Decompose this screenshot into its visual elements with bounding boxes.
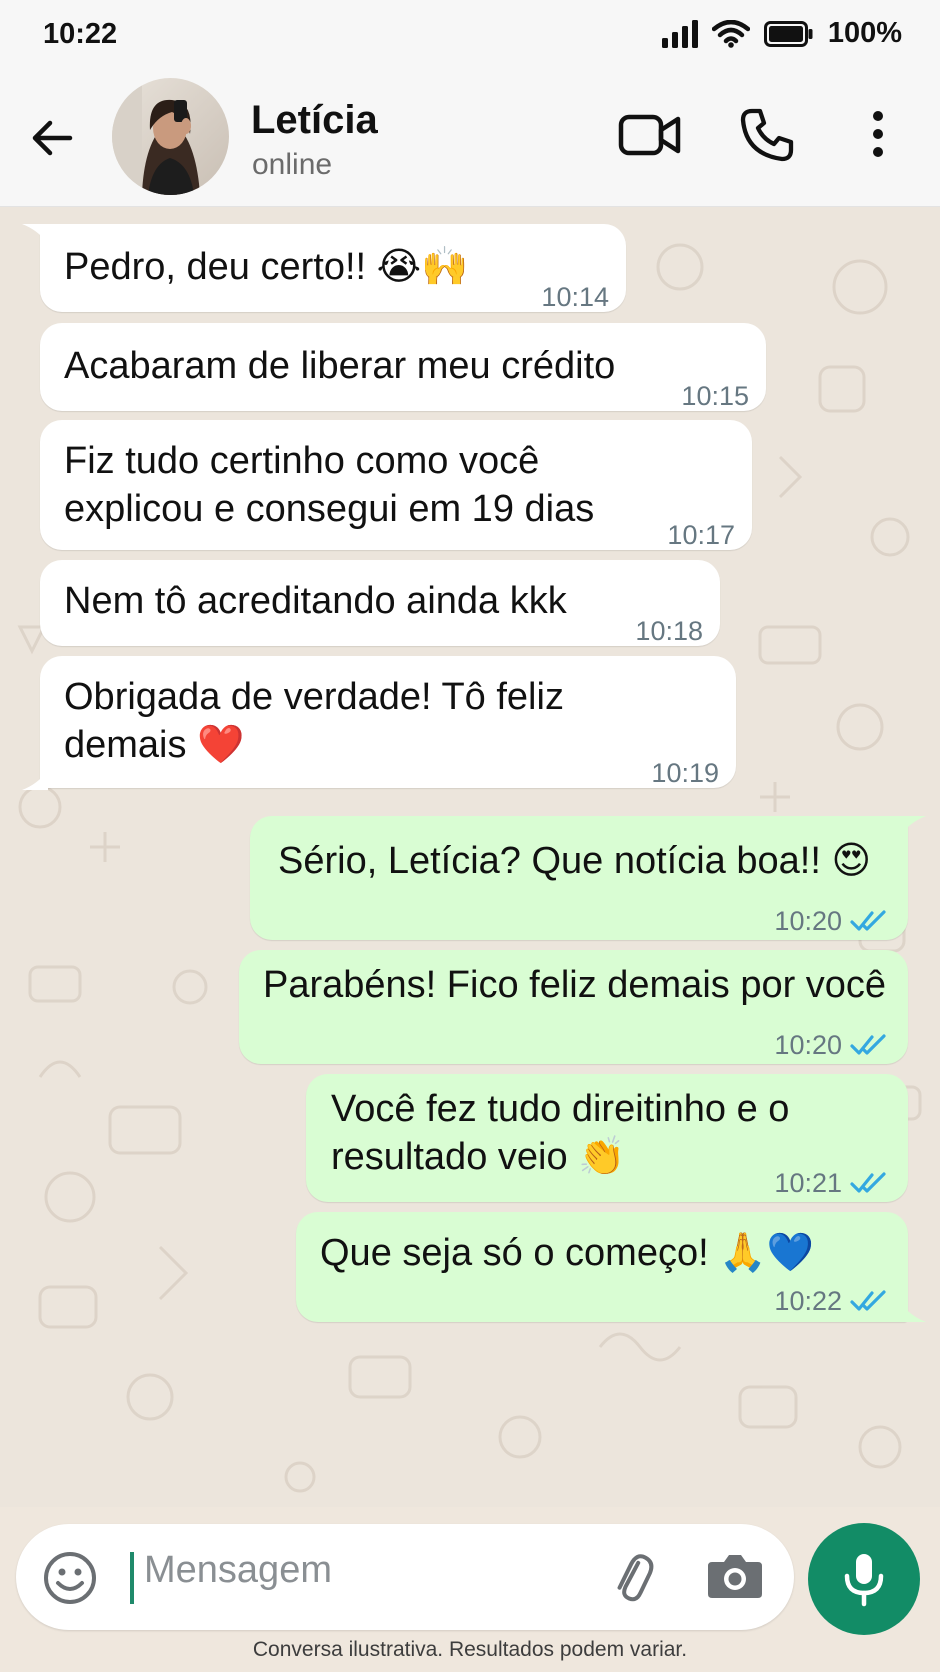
more-vert-icon[interactable] [866,108,890,162]
message-bubble-outgoing[interactable]: Você fez tudo direitinho e o resultado v… [306,1074,908,1202]
phone-icon[interactable] [738,106,796,164]
message-time: 10:21 [774,1168,842,1198]
message-time: 10:18 [635,616,703,646]
message-composer[interactable]: Mensagem [16,1524,794,1630]
message-text: Pedro, deu certo!! 😭🙌 [64,246,469,288]
message-text-line: explicou e consegui em 19 dias [64,488,595,530]
chat-area[interactable]: Pedro, deu certo!! 😭🙌 10:14 Acabaram de … [0,207,940,1507]
message-bubble-outgoing[interactable]: Parabéns! Fico feliz demais por você 10:… [239,950,908,1064]
message-time: 10:15 [681,381,749,411]
status-icons: 100% [661,17,902,50]
message-text-line: Fiz tudo certinho como você [64,440,540,482]
message-text-line: Você fez tudo direitinho e o [331,1088,790,1130]
message-bubble-incoming[interactable]: Pedro, deu certo!! 😭🙌 10:14 [40,224,626,312]
status-time: 10:22 [43,18,118,50]
chat-header: Letícia online [0,70,940,207]
bubble-tail [22,224,48,244]
double-check-icon [850,910,886,931]
message-bubble-outgoing[interactable]: Sério, Letícia? Que notícia boa!! 😍 10:2… [250,816,908,940]
message-time: 10:14 [541,282,609,312]
message-text: Que seja só o começo! 🙏💙 [320,1232,814,1274]
mic-button[interactable] [808,1523,920,1635]
camera-icon[interactable] [706,1550,764,1602]
footer-disclaimer: Conversa ilustrativa. Resultados podem v… [252,1638,688,1661]
message-text-line: demais ❤️ [64,724,245,766]
bubble-tail [900,1302,926,1322]
message-input[interactable]: Mensagem [144,1549,332,1592]
attach-icon[interactable] [606,1546,656,1606]
message-bubble-outgoing[interactable]: Que seja só o começo! 🙏💙 10:22 [296,1212,908,1322]
contact-status: online [252,148,333,181]
message-bubble-incoming[interactable]: Fiz tudo certinho como você explicou e c… [40,420,752,550]
signal-icon [661,19,698,48]
video-call-icon[interactable] [618,108,682,162]
message-text: Nem tô acreditando ainda kkk [64,580,567,622]
battery-icon [763,20,813,47]
double-check-icon [850,1290,886,1311]
message-time: 10:20 [774,1030,842,1060]
bubble-tail [22,770,48,790]
bubble-tail [900,816,926,836]
battery-percentage: 100% [827,17,902,49]
message-text: Sério, Letícia? Que notícia boa!! 😍 [278,840,872,882]
wifi-icon [711,19,750,48]
back-arrow-icon[interactable] [26,112,78,164]
status-bar: 10:22 100% [0,0,940,70]
message-text-line: Obrigada de verdade! Tô feliz [64,676,564,718]
message-text: Parabéns! Fico feliz demais por você [263,964,887,1006]
contact-avatar[interactable] [112,78,229,195]
message-bubble-incoming[interactable]: Nem tô acreditando ainda kkk 10:18 [40,560,720,646]
message-time: 10:22 [774,1286,842,1316]
message-time: 10:17 [667,520,735,550]
double-check-icon [850,1172,886,1193]
message-time: 10:19 [651,758,719,788]
emoji-icon[interactable] [42,1550,98,1606]
mic-icon [844,1554,884,1607]
message-text-line: resultado veio 👏 [331,1136,626,1178]
contact-name[interactable]: Letícia [251,98,378,143]
message-bubble-incoming[interactable]: Obrigada de verdade! Tô feliz demais ❤️ … [40,656,736,788]
message-bubble-incoming[interactable]: Acabaram de liberar meu crédito 10:15 [40,323,766,411]
message-time: 10:20 [774,906,842,936]
message-text: Acabaram de liberar meu crédito [64,345,616,387]
double-check-icon [850,1034,886,1055]
text-caret [130,1552,134,1604]
